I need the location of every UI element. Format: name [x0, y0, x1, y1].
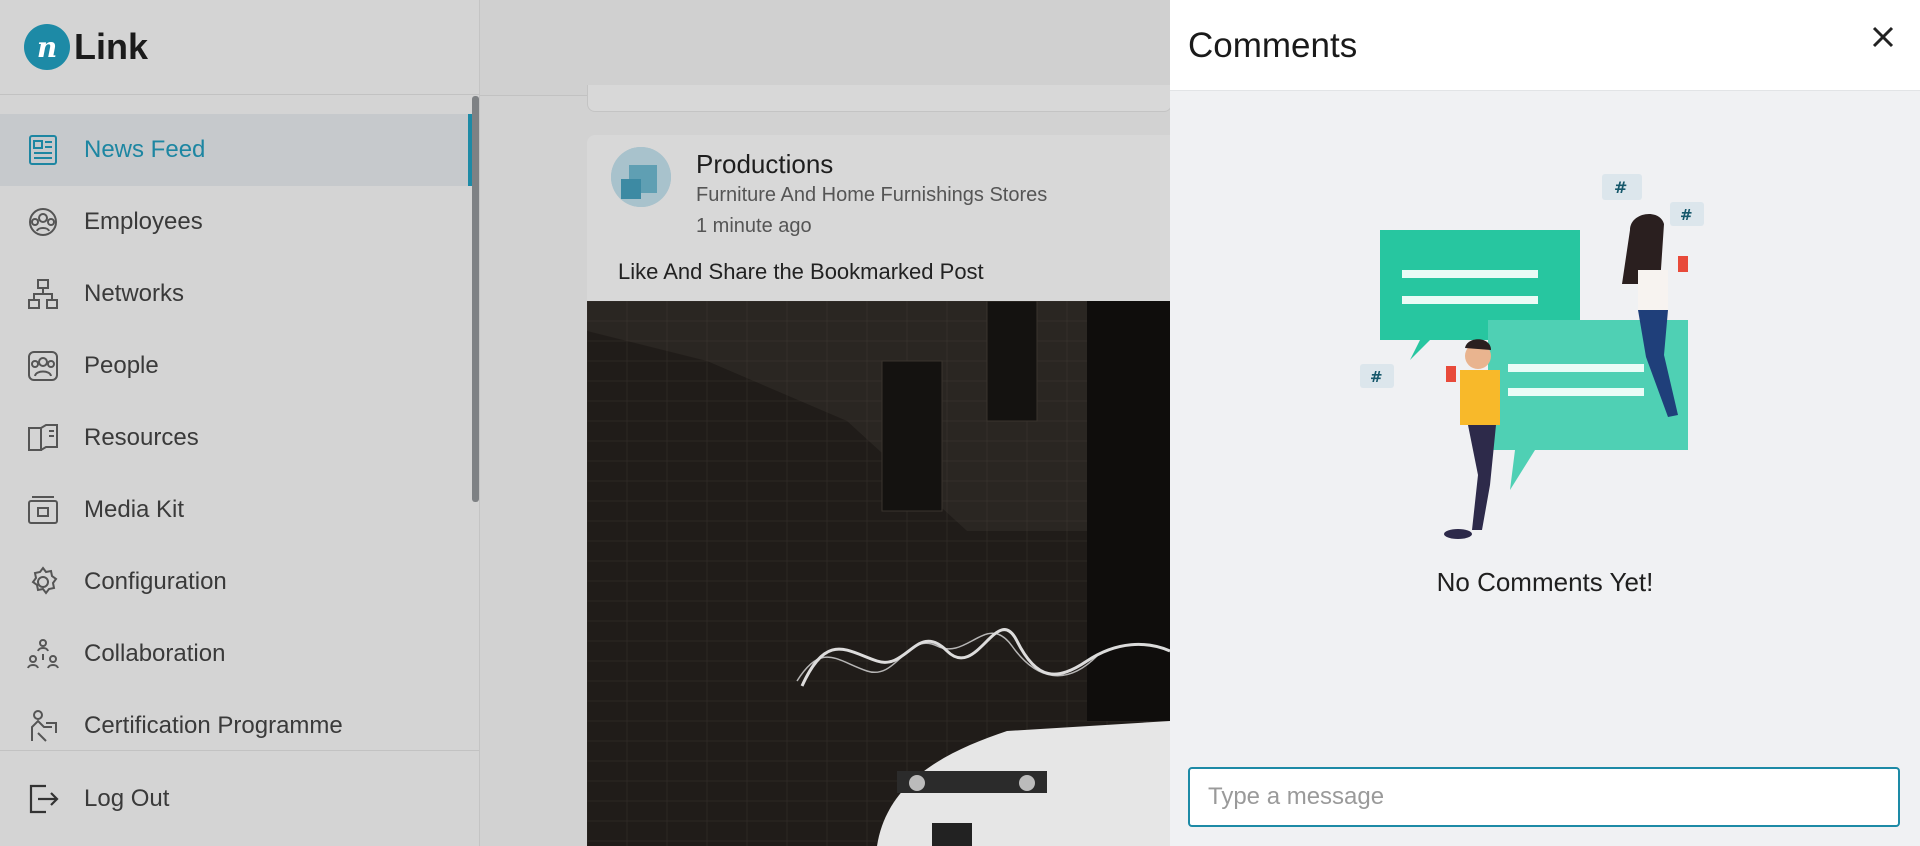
avatar[interactable] — [611, 147, 671, 207]
media-kit-icon — [24, 491, 62, 529]
post-author[interactable]: Productions — [696, 149, 833, 180]
employees-icon — [24, 203, 62, 241]
sidebar-item-label: Resources — [84, 424, 199, 451]
comments-header: Comments — [1170, 0, 1920, 91]
sidebar-item-news-feed[interactable]: News Feed — [0, 114, 472, 186]
sidebar: n Link News Feed Employees Networks Peop… — [0, 0, 480, 846]
collaboration-icon — [24, 635, 62, 673]
post-text: Like And Share the Bookmarked Post — [618, 259, 984, 284]
sidebar-item-networks[interactable]: Networks — [0, 258, 472, 330]
sidebar-item-media-kit[interactable]: Media Kit — [0, 474, 472, 546]
no-comments-illustration: # # # — [1360, 174, 1704, 539]
sidebar-item-label: News Feed — [84, 136, 206, 163]
logout-icon — [24, 780, 62, 818]
previous-post-card — [587, 85, 1172, 112]
comments-panel: Comments # # # No Comments Yet! — [1170, 0, 1920, 846]
post-author-category: Furniture And Home Furnishings Stores — [696, 184, 1048, 206]
svg-text:#: # — [1680, 206, 1693, 224]
message-input[interactable] — [1188, 767, 1900, 827]
sidebar-item-people[interactable]: People — [0, 330, 472, 402]
post-image[interactable] — [587, 301, 1170, 846]
top-bar — [480, 0, 1170, 96]
close-icon — [1872, 26, 1894, 48]
logo-text: Link — [74, 26, 149, 67]
logout-label: Log Out — [84, 784, 170, 812]
post-card: Productions Furniture And Home Furnishin… — [587, 135, 1170, 846]
sidebar-item-collaboration[interactable]: Collaboration — [0, 618, 472, 690]
certification-icon — [24, 707, 62, 745]
close-button[interactable] — [1866, 20, 1900, 54]
svg-text:#: # — [1370, 368, 1383, 386]
sidebar-item-label: Collaboration — [84, 640, 226, 667]
logout-button[interactable]: Log Out — [0, 750, 479, 846]
sidebar-item-label: People — [84, 352, 159, 379]
sidebar-item-label: Configuration — [84, 568, 227, 595]
newspaper-icon — [24, 131, 62, 169]
empty-state-message: No Comments Yet! — [1436, 567, 1654, 597]
people-icon — [24, 347, 62, 385]
sidebar-item-employees[interactable]: Employees — [0, 186, 472, 258]
logo-mark: n — [24, 24, 70, 70]
sidebar-item-label: Media Kit — [84, 496, 185, 523]
sidebar-scrollbar[interactable] — [472, 96, 479, 502]
sidebar-item-resources[interactable]: Resources — [0, 402, 472, 474]
sidebar-nav: News Feed Employees Networks People Reso… — [0, 114, 472, 762]
sidebar-item-configuration[interactable]: Configuration — [0, 546, 472, 618]
sidebar-item-label: Networks — [84, 280, 185, 307]
svg-text:#: # — [1614, 178, 1627, 197]
network-icon — [24, 275, 62, 313]
gear-icon — [24, 563, 62, 601]
sidebar-item-label: Certification Programme — [84, 712, 343, 739]
post-timestamp: 1 minute ago — [696, 215, 812, 237]
comments-title: Comments — [1188, 26, 1358, 65]
book-icon — [24, 419, 62, 457]
sidebar-item-label: Employees — [84, 208, 203, 235]
logo[interactable]: n Link — [0, 0, 479, 95]
